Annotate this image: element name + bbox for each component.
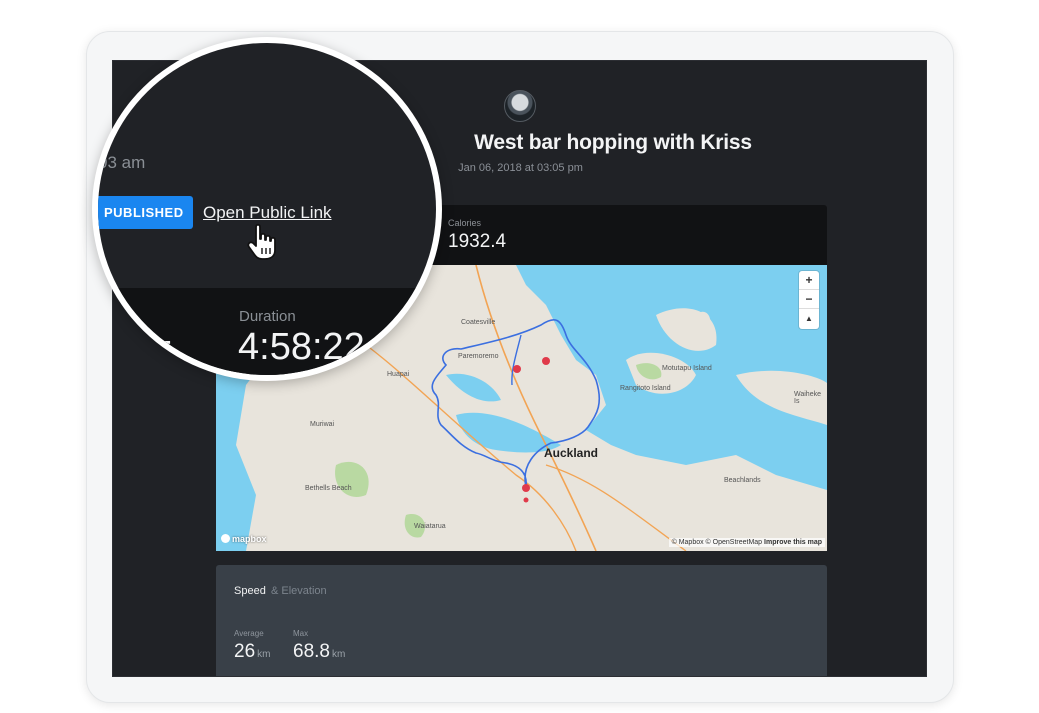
speed-elevation-card: Speed & Elevation Average 26 km Max 68.8 k… [216, 565, 827, 676]
calories-label: Calories [448, 218, 482, 228]
mapbox-logo[interactable]: mapbox [221, 534, 267, 544]
map-label-waiatarua: Waiatarua [414, 523, 446, 530]
hand-pointer-icon [247, 223, 276, 260]
map-label-coatesville: Coatesville [461, 319, 496, 326]
calories-value: 1932.4 [448, 231, 507, 252]
stat-label-partial: h [112, 305, 121, 322]
map-zoom-control: + − ▲ [799, 271, 819, 329]
tab-speed[interactable]: Speed [234, 585, 266, 597]
tab-elevation[interactable]: & Elevation [271, 585, 327, 597]
zoom-in-button[interactable]: + [799, 271, 819, 290]
published-badge: PUBLISHED [98, 196, 193, 229]
compass-icon[interactable]: ▲ [799, 309, 819, 328]
map-label-motutapu: Motutapu Island [662, 365, 712, 372]
open-public-link[interactable]: Open Public Link [203, 203, 332, 223]
map-label-beachlands: Beachlands [724, 477, 761, 484]
magnifier-lens: 03 am PUBLISHED Open Public Link h 5 Dur… [98, 43, 436, 375]
ride-date: Jan 06, 2018 at 03:05 pm [458, 162, 583, 174]
ride-title: West bar hopping with Kriss [474, 131, 752, 154]
average-speed-value: 26 km [234, 641, 271, 662]
max-speed-value: 68.8 km [293, 641, 346, 662]
map-label-rangitoto: Rangitoto Island [620, 385, 671, 392]
map-label-bethells: Bethells Beach [305, 485, 352, 492]
map-label-auckland: Auckland [544, 446, 599, 460]
duration-value: 4:58:22 [238, 326, 365, 368]
map-label-muriwai: Muriwai [310, 421, 335, 428]
map-label-waiheke: Waiheke Is [794, 391, 821, 405]
map-attribution: © Mapbox © OpenStreetMap Improve this ma… [668, 538, 825, 547]
duration-label: Duration [239, 308, 296, 325]
user-avatar[interactable] [504, 90, 536, 122]
improve-map-link[interactable]: Improve this map [764, 539, 822, 546]
max-speed-label: Max [293, 629, 309, 638]
map-label-paremoremo: Paremoremo [458, 353, 499, 360]
zoom-out-button[interactable]: − [799, 290, 819, 309]
stat-value-partial: 5 [153, 333, 174, 374]
average-speed-label: Average [234, 629, 264, 638]
ride-time-partial: 03 am [98, 153, 146, 172]
